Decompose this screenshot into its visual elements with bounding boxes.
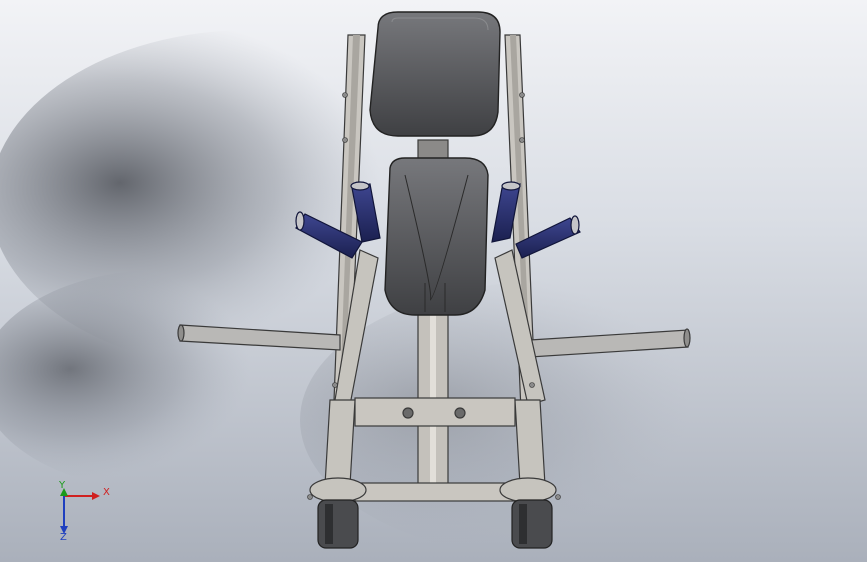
back-pad [369, 11, 501, 137]
triad-axes [60, 488, 100, 534]
seat-pad [384, 157, 489, 316]
model-render[interactable] [0, 0, 867, 562]
x-axis-label: X [103, 487, 110, 498]
y-axis-label: Y [59, 480, 66, 491]
x-axis-head [92, 492, 100, 500]
z-axis-label: Z [60, 532, 67, 543]
coordinate-triad: X Y Z [44, 478, 124, 548]
cad-viewport[interactable]: X Y Z [0, 0, 867, 562]
